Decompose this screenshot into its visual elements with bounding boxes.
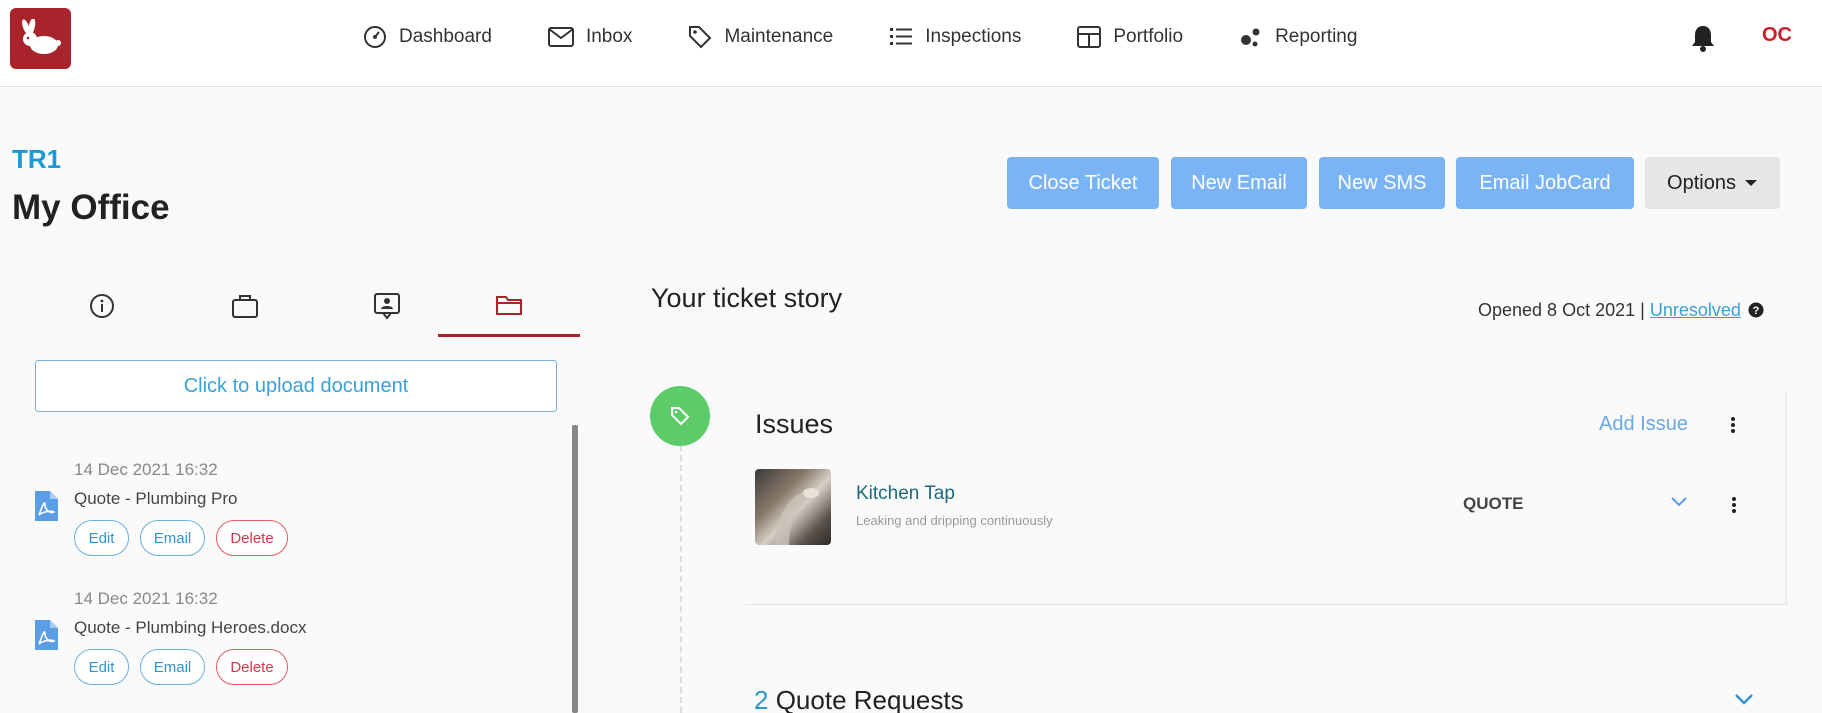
pdf-file-icon (33, 490, 59, 527)
document-name[interactable]: Quote - Plumbing Heroes.docx (74, 618, 306, 638)
svg-text:?: ? (1753, 305, 1760, 317)
nav-portfolio-label: Portfolio (1113, 26, 1184, 47)
nav-reporting-label: Reporting (1275, 26, 1358, 47)
close-ticket-button[interactable]: Close Ticket (1007, 157, 1159, 209)
issues-card: Issues Add Issue Kitchen Tap Leaking and… (745, 393, 1787, 605)
document-date: 14 Dec 2021 16:32 (74, 589, 218, 608)
timeline-tag-icon (650, 386, 710, 446)
tab-contacts[interactable] (316, 275, 458, 337)
page-title: My Office (12, 188, 170, 227)
issue-thumbnail-image[interactable] (755, 469, 831, 545)
new-sms-button[interactable]: New SMS (1319, 157, 1445, 209)
briefcase-icon (232, 295, 258, 318)
chevron-down-icon[interactable] (1670, 495, 1688, 513)
issue-description: Leaking and dripping continuously (856, 513, 1053, 528)
envelope-icon (547, 27, 574, 47)
email-jobcard-button[interactable]: Email JobCard (1456, 157, 1634, 209)
quote-requests-header[interactable]: 2 Quote Requests (754, 685, 964, 713)
dots-icon (1241, 28, 1260, 47)
options-dropdown-button[interactable]: Options (1645, 157, 1780, 209)
edit-document-button[interactable]: Edit (74, 649, 129, 685)
nav-dashboard-label: Dashboard (399, 26, 492, 47)
rabbit-logo-icon[interactable] (10, 8, 71, 69)
bell-icon[interactable] (1690, 24, 1716, 57)
user-avatar[interactable]: OC (1762, 24, 1792, 47)
info-icon (90, 294, 114, 318)
story-title: Your ticket story (651, 283, 843, 313)
email-document-button[interactable]: Email (140, 520, 205, 556)
grid-icon (1077, 26, 1102, 48)
document-date: 14 Dec 2021 16:32 (74, 460, 218, 479)
upload-document-button[interactable]: Click to upload document (35, 360, 557, 412)
issue-kebab-menu-icon[interactable] (1731, 495, 1737, 520)
ticket-opened-status: Opened 8 Oct 2021 | Unresolved ? (1478, 300, 1764, 321)
nav-maintenance-label: Maintenance (724, 26, 834, 47)
delete-document-button[interactable]: Delete (216, 520, 288, 556)
detail-tabs (20, 275, 581, 337)
edit-document-button[interactable]: Edit (74, 520, 129, 556)
nav-maintenance[interactable]: Maintenance (688, 25, 833, 49)
contact-chat-icon (374, 293, 400, 320)
kebab-menu-icon[interactable] (1730, 415, 1736, 440)
nav-inbox[interactable]: Inbox (547, 26, 633, 48)
folder-icon (496, 295, 522, 315)
caret-down-icon (1744, 180, 1757, 186)
delete-document-button[interactable]: Delete (216, 649, 288, 685)
timeline-line (680, 445, 682, 713)
tab-jobs[interactable] (174, 275, 316, 337)
new-email-button[interactable]: New Email (1171, 157, 1307, 209)
tab-documents[interactable] (438, 275, 580, 337)
quote-requests-chevron-icon[interactable] (1734, 693, 1754, 712)
help-icon[interactable]: ? (1748, 302, 1764, 318)
status-link[interactable]: Unresolved (1650, 300, 1741, 320)
list-icon (890, 28, 913, 45)
nav-inspections-label: Inspections (925, 26, 1022, 47)
main-nav: Dashboard Inbox Maintenance Inspections … (363, 20, 1413, 54)
quote-requests-label: Quote Requests (775, 685, 964, 713)
gauge-icon (364, 26, 386, 48)
nav-inspections[interactable]: Inspections (889, 26, 1021, 48)
nav-dashboard[interactable]: Dashboard (363, 25, 492, 49)
nav-reporting[interactable]: Reporting (1239, 26, 1357, 48)
email-document-button[interactable]: Email (140, 649, 205, 685)
tab-info[interactable] (31, 275, 173, 337)
top-navbar: Dashboard Inbox Maintenance Inspections … (0, 0, 1822, 87)
quote-requests-count: 2 (754, 685, 769, 713)
nav-inbox-label: Inbox (585, 26, 633, 47)
issue-status-badge: QUOTE (1463, 494, 1524, 513)
separator: | (1640, 300, 1645, 320)
opened-date: Opened 8 Oct 2021 (1478, 300, 1636, 320)
documents-scrollbar[interactable] (572, 425, 578, 713)
nav-portfolio[interactable]: Portfolio (1077, 26, 1183, 48)
document-name[interactable]: Quote - Plumbing Pro (74, 489, 237, 509)
add-issue-link[interactable]: Add Issue (1599, 413, 1688, 436)
pdf-file-icon (33, 619, 59, 656)
tag-icon (689, 26, 712, 49)
issues-title: Issues (755, 409, 834, 439)
issue-name[interactable]: Kitchen Tap (856, 483, 955, 505)
ticket-id: TR1 (12, 144, 62, 174)
options-label: Options (1667, 171, 1736, 194)
